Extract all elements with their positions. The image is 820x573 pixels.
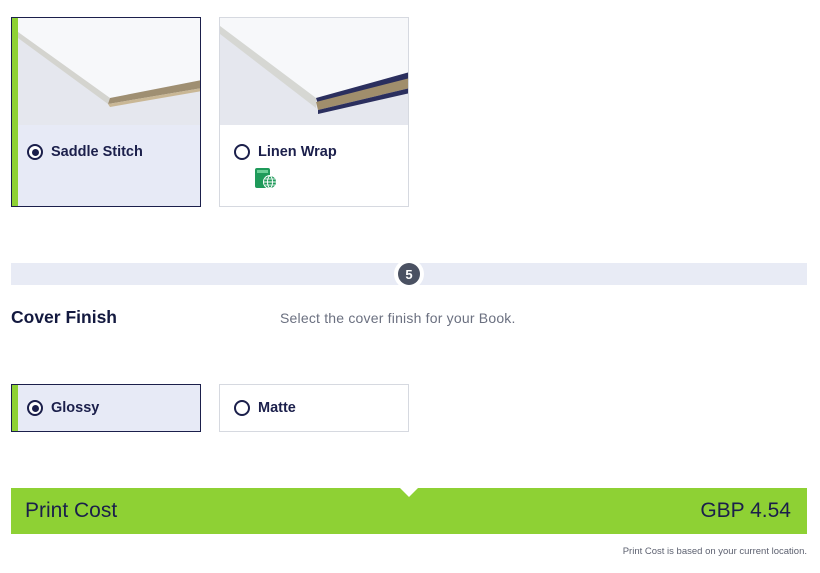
linen-wrap-thumbnail: [220, 18, 408, 125]
cover-finish-title: Cover Finish: [11, 307, 117, 327]
linen-wrap-radio[interactable]: [234, 144, 250, 160]
glossy-radio-row[interactable]: Glossy: [27, 400, 99, 416]
cover-finish-description: Select the cover finish for your Book.: [280, 310, 516, 326]
matte-radio-row[interactable]: Matte: [234, 400, 296, 416]
cover-option-glossy[interactable]: Glossy: [11, 384, 201, 432]
print-cost-note: Print Cost is based on your current loca…: [622, 546, 807, 557]
linen-wrap-radio-row[interactable]: Linen Wrap: [234, 144, 337, 160]
linen-wrap-book-image: [220, 18, 408, 125]
glossy-label: Glossy: [51, 400, 100, 416]
binding-option-saddle-stitch[interactable]: Saddle Stitch: [11, 17, 201, 207]
print-cost-notch: [400, 488, 418, 497]
matte-radio[interactable]: [234, 400, 250, 416]
binding-option-linen-wrap[interactable]: Linen Wrap: [219, 17, 409, 207]
step-number: 5: [398, 263, 420, 285]
step-badge: 5: [394, 259, 424, 289]
print-cost-label: Print Cost: [25, 499, 118, 522]
cover-option-matte[interactable]: Matte: [219, 384, 409, 432]
matte-label: Matte: [258, 400, 296, 416]
saddle-stitch-book-image: [18, 18, 200, 125]
web-book-icon: [255, 168, 277, 189]
saddle-stitch-label: Saddle Stitch: [51, 144, 143, 160]
print-cost-value: GBP 4.54: [700, 499, 791, 522]
saddle-stitch-radio[interactable]: [27, 144, 43, 160]
glossy-radio[interactable]: [27, 400, 43, 416]
saddle-stitch-radio-row[interactable]: Saddle Stitch: [27, 144, 143, 160]
linen-wrap-label: Linen Wrap: [258, 144, 337, 160]
saddle-stitch-thumbnail: [18, 18, 200, 125]
